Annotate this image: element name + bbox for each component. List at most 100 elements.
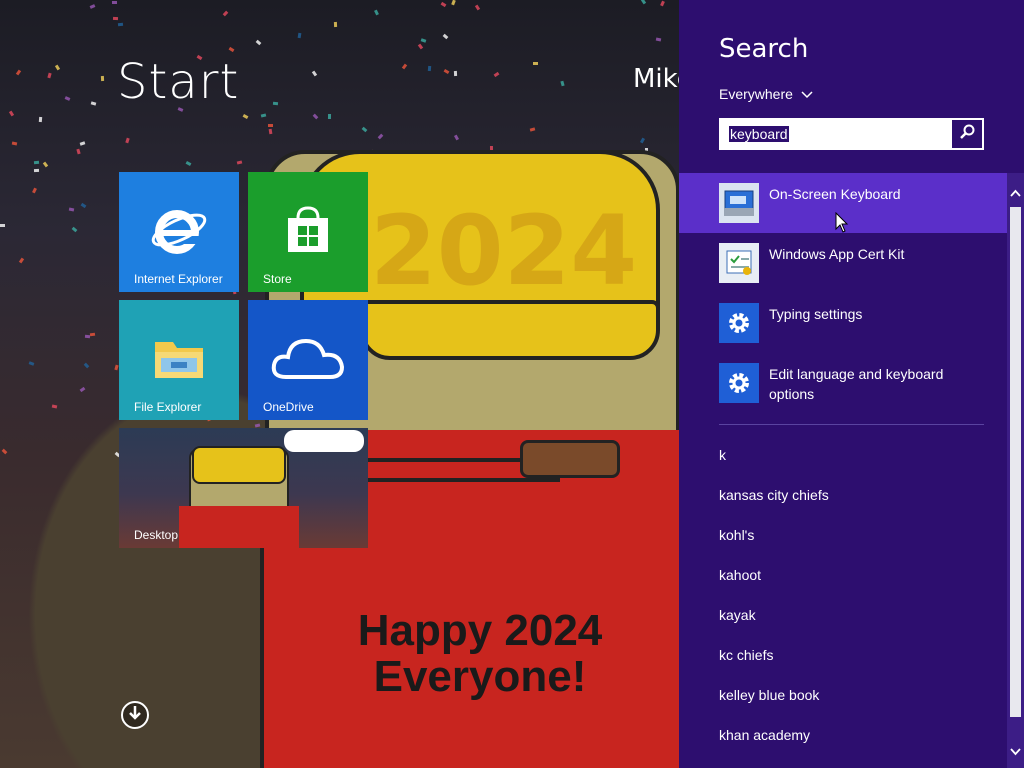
search-suggestion[interactable]: khan academy xyxy=(719,725,984,765)
results-divider xyxy=(719,424,984,425)
search-result-edit-language[interactable]: Edit language and keyboard options xyxy=(679,353,1007,413)
confetti-piece xyxy=(272,101,279,106)
confetti-piece xyxy=(18,257,25,264)
desktop-thumbnail-speech-bubble xyxy=(284,430,364,452)
wallpaper-cigar xyxy=(520,440,620,478)
confetti-piece xyxy=(440,1,447,8)
search-box: keyboard xyxy=(719,118,984,150)
scroll-down-button[interactable] xyxy=(1007,740,1024,760)
internet-explorer-icon xyxy=(149,200,209,264)
search-suggestion[interactable]: kahoot xyxy=(719,565,984,605)
confetti-piece xyxy=(254,423,261,428)
results-scrollbar[interactable] xyxy=(1007,173,1024,768)
tile-label: Internet Explorer xyxy=(134,272,223,286)
search-suggestion[interactable]: kansas city chiefs xyxy=(719,485,984,525)
tile-store[interactable]: Store xyxy=(248,172,368,292)
confetti-piece xyxy=(236,160,243,165)
confetti-piece xyxy=(100,75,105,82)
confetti-piece xyxy=(427,65,432,72)
search-pane-title: Search xyxy=(719,34,809,64)
confetti-piece xyxy=(377,133,384,140)
confetti-piece xyxy=(185,161,192,166)
on-screen-keyboard-icon xyxy=(719,183,759,223)
search-scope-label: Everywhere xyxy=(719,86,793,102)
confetti-piece xyxy=(0,224,5,227)
confetti-piece xyxy=(417,43,424,50)
scrollbar-thumb[interactable] xyxy=(1010,207,1021,717)
confetti-piece xyxy=(33,160,40,165)
store-bag-icon xyxy=(280,202,336,262)
confetti-piece xyxy=(79,386,86,393)
confetti-piece xyxy=(38,116,43,123)
confetti-piece xyxy=(222,10,229,17)
confetti-piece xyxy=(90,101,97,106)
confetti-piece xyxy=(268,124,273,127)
confetti-piece xyxy=(311,70,318,77)
all-apps-button[interactable] xyxy=(121,701,149,729)
confetti-piece xyxy=(1,448,8,455)
search-charm-pane: Search Everywhere keyboard On-Screen Key… xyxy=(679,0,1024,768)
search-suggestion[interactable]: kc chiefs xyxy=(719,645,984,685)
confetti-piece xyxy=(47,72,52,79)
confetti-piece xyxy=(71,226,78,233)
confetti-piece xyxy=(401,63,408,70)
scroll-up-button[interactable] xyxy=(1007,181,1024,201)
user-account-name[interactable]: Mike xyxy=(633,64,679,94)
confetti-piece xyxy=(297,32,302,39)
confetti-piece xyxy=(15,69,22,76)
confetti-piece xyxy=(474,4,481,11)
search-result-label: Windows App Cert Kit xyxy=(769,246,905,262)
tile-label: Desktop xyxy=(134,528,179,542)
search-results-list: On-Screen Keyboard Windows App Cert Kit xyxy=(679,173,1007,413)
confetti-piece xyxy=(112,16,119,21)
search-result-app-cert-kit[interactable]: Windows App Cert Kit xyxy=(679,233,1007,293)
confetti-piece xyxy=(660,0,665,7)
cloud-icon xyxy=(268,333,348,387)
tile-desktop[interactable]: Desktop xyxy=(119,428,368,548)
confetti-piece xyxy=(33,168,40,173)
tile-onedrive[interactable]: OneDrive xyxy=(248,300,368,420)
confetti-piece xyxy=(260,113,267,118)
confetti-piece xyxy=(560,80,565,87)
confetti-piece xyxy=(242,113,249,120)
search-suggestion[interactable]: kelley blue book xyxy=(719,685,984,725)
gear-icon xyxy=(719,363,759,403)
search-query-text: keyboard xyxy=(729,126,789,142)
confetti-piece xyxy=(493,71,500,78)
search-submit-button[interactable] xyxy=(952,120,982,148)
folder-icon xyxy=(151,332,207,388)
desktop-thumbnail-hat xyxy=(192,446,286,484)
search-suggestion[interactable]: k xyxy=(719,445,984,485)
confetti-piece xyxy=(333,21,338,28)
app-cert-kit-icon xyxy=(719,243,759,283)
wallpaper-glasses xyxy=(360,300,660,360)
confetti-piece xyxy=(68,207,75,212)
desktop-thumbnail-shirt xyxy=(179,506,299,548)
confetti-piece xyxy=(80,202,87,209)
confetti-piece xyxy=(42,161,49,168)
search-suggestions-list: k kansas city chiefs kohl's kahoot kayak… xyxy=(719,445,984,765)
search-scope-dropdown[interactable]: Everywhere xyxy=(719,86,813,102)
start-screen-background: 2024 Happy 2024 Everyone! Start Mike Int… xyxy=(0,0,679,768)
search-suggestion[interactable]: kohl's xyxy=(719,525,984,565)
search-input[interactable]: keyboard xyxy=(721,120,952,148)
confetti-piece xyxy=(51,404,58,409)
tile-internet-explorer[interactable]: Internet Explorer xyxy=(119,172,239,292)
wallpaper-headline-line2: Everyone! xyxy=(373,652,587,702)
confetti-piece xyxy=(443,68,450,75)
confetti-piece xyxy=(268,128,273,135)
search-result-typing-settings[interactable]: Typing settings xyxy=(679,293,1007,353)
tile-file-explorer[interactable]: File Explorer xyxy=(119,300,239,420)
confetti-piece xyxy=(640,0,647,5)
confetti-piece xyxy=(453,70,458,77)
confetti-piece xyxy=(111,0,118,5)
confetti-piece xyxy=(374,9,379,16)
confetti-piece xyxy=(28,361,35,366)
confetti-piece xyxy=(442,33,449,40)
search-suggestion[interactable]: kayak xyxy=(719,605,984,645)
search-result-label: Typing settings xyxy=(769,306,863,322)
confetti-piece xyxy=(89,332,96,337)
tile-label: File Explorer xyxy=(134,400,202,414)
wallpaper-headline-line1: Happy 2024 xyxy=(357,606,603,655)
chevron-down-icon xyxy=(801,86,813,102)
